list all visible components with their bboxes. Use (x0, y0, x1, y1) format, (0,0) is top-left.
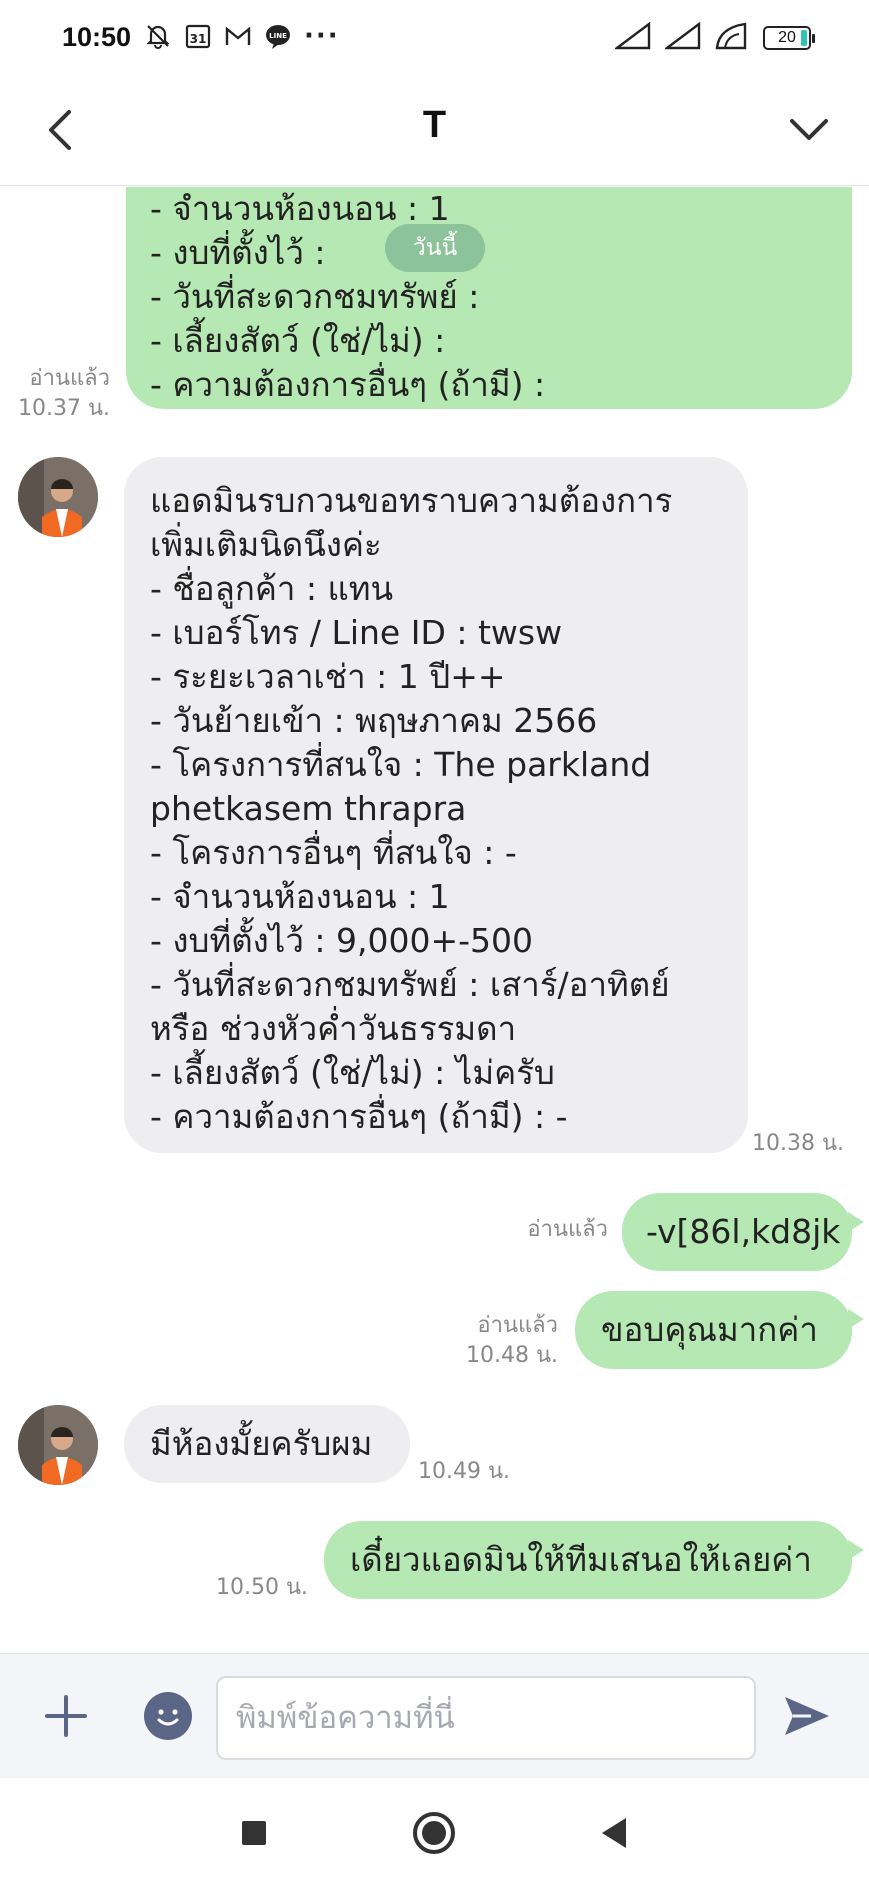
message-line: - งบที่ตั้งไว้ : 9,000+-500 (150, 921, 533, 960)
message-line: - วันที่สะดวกชมทรัพย์ : เสาร์/อาทิตย์ (150, 965, 670, 1004)
message-text: เดี๋ยวแอดมินให้ทีมเสนอให้เลยค่า (350, 1540, 812, 1579)
smiley-icon (157, 1709, 179, 1726)
message-line: แอดมินรบกวนขอทราบความต้องการ (150, 481, 673, 520)
bubble-tail (848, 1309, 864, 1329)
notification-icons: 31 LINE ··· (144, 22, 340, 50)
message-line: - ระยะเวลาเช่า : 1 ปี++ (150, 657, 506, 696)
read-receipt: อ่านแล้ว (527, 1217, 608, 1242)
message-line: - โครงการที่สนใจ : The parkland (150, 745, 652, 784)
gmail-icon (224, 22, 252, 50)
date-chip: วันนี้ (385, 224, 485, 272)
back-nav-button[interactable] (586, 1805, 642, 1861)
message-line: หรือ ช่วงหัวค่ำวันธรรมดา (150, 1009, 517, 1048)
home-button[interactable] (406, 1805, 462, 1861)
message-time: 10.38 น. (752, 1131, 845, 1156)
avatar[interactable] (18, 457, 98, 537)
system-navigation-bar (0, 1779, 869, 1883)
message-line: - ความต้องการอื่นๆ (ถ้ามี) : (150, 365, 546, 404)
chat-messages[interactable]: - จำนวนห้องนอน : 1 - งบที่ตั้งไว้ : - วั… (0, 187, 869, 1653)
chevron-down-icon (790, 119, 828, 140)
square-icon (242, 1821, 266, 1845)
message-time: 10.48 น. (465, 1343, 558, 1368)
mute-bell-icon (144, 22, 172, 50)
message-line: - เลี้ยงสัตว์ (ใช่/ไม่) : ไม่ครับ (150, 1053, 555, 1092)
message-line: เพิ่มเติมนิดนึงค่ะ (150, 525, 382, 564)
signal-icon (663, 21, 701, 54)
message-line: phetkasem thrapra (150, 789, 467, 828)
battery-icon: 20 (763, 26, 815, 50)
wifi-icon (715, 22, 749, 54)
avatar[interactable] (18, 1405, 98, 1485)
outgoing-message-bubble[interactable]: -v[86l,kd8jk (622, 1193, 852, 1271)
back-triangle-icon (602, 1818, 626, 1848)
message-line: - วันที่สะดวกชมทรัพย์ : (150, 277, 480, 316)
line-app-icon: LINE (264, 22, 292, 50)
more-notifications-icon: ··· (304, 21, 340, 51)
message-time: 10.37 น. (17, 396, 110, 421)
message-input[interactable] (216, 1676, 756, 1760)
recent-apps-button[interactable] (226, 1805, 282, 1861)
outgoing-message-bubble[interactable]: ขอบคุณมากค่า (575, 1291, 852, 1369)
signal-icon (613, 21, 651, 54)
outgoing-message-bubble[interactable]: เดี๋ยวแอดมินให้ทีมเสนอให้เลยค่า (324, 1521, 852, 1599)
battery-level: 20 (778, 29, 796, 46)
message-time: 10.50 น. (215, 1575, 308, 1600)
send-button[interactable] (779, 1688, 835, 1744)
emoji-button[interactable] (144, 1692, 192, 1740)
message-composer (0, 1653, 869, 1778)
status-time: 10:50 (62, 22, 132, 52)
message-meta: อ่านแล้ว 10.37 น. (10, 364, 110, 424)
status-bar: 10:50 31 LINE ··· 20 (0, 0, 869, 78)
message-text: มีห้องมั้ยครับผม (150, 1424, 373, 1463)
svg-text:31: 31 (190, 32, 207, 46)
add-attachment-button[interactable] (42, 1692, 90, 1740)
menu-expand-button[interactable] (779, 100, 839, 160)
read-receipt: อ่านแล้ว (29, 366, 110, 391)
svg-text:LINE: LINE (269, 32, 287, 40)
user-avatar-icon (18, 457, 98, 537)
message-line: - ความต้องการอื่นๆ (ถ้ามี) : - (150, 1097, 568, 1136)
read-receipt: อ่านแล้ว (477, 1313, 558, 1338)
user-avatar-icon (18, 1405, 98, 1485)
message-line: - จำนวนห้องนอน : 1 (150, 877, 450, 916)
outgoing-message-bubble[interactable]: - จำนวนห้องนอน : 1 - งบที่ตั้งไว้ : - วั… (126, 187, 852, 409)
home-circle-icon (413, 1812, 455, 1854)
bubble-tail (848, 1540, 864, 1560)
system-icons: 20 (613, 21, 815, 54)
message-text: -v[86l,kd8jk (646, 1212, 841, 1251)
chat-header: T (0, 78, 869, 186)
chat-title[interactable]: T (0, 104, 869, 147)
message-line: - ชื่อลูกค้า : แทน (150, 569, 394, 608)
message-line: - จำนวนห้องนอน : 1 (150, 189, 450, 228)
calendar-icon: 31 (184, 22, 212, 50)
message-line: - งบที่ตั้งไว้ : (150, 233, 326, 272)
message-meta: อ่านแล้ว 10.48 น. (440, 1311, 558, 1371)
message-time: 10.49 น. (418, 1459, 511, 1484)
message-line: - โครงการอื่นๆ ที่สนใจ : - (150, 833, 517, 872)
plus-icon (45, 1695, 87, 1737)
incoming-message-bubble[interactable]: แอดมินรบกวนขอทราบความต้องการ เพิ่มเติมนิ… (124, 457, 748, 1153)
bubble-tail (848, 1212, 864, 1232)
incoming-message-bubble[interactable]: มีห้องมั้ยครับผม (124, 1405, 410, 1483)
message-line: - วันย้ายเข้า : พฤษภาคม 2566 (150, 701, 598, 740)
message-line: - เบอร์โทร / Line ID : twsw (150, 613, 563, 652)
message-text: ขอบคุณมากค่า (601, 1310, 818, 1349)
message-line: - เลี้ยงสัตว์ (ใช่/ไม่) : (150, 321, 446, 360)
send-arrow-icon (785, 1697, 829, 1735)
